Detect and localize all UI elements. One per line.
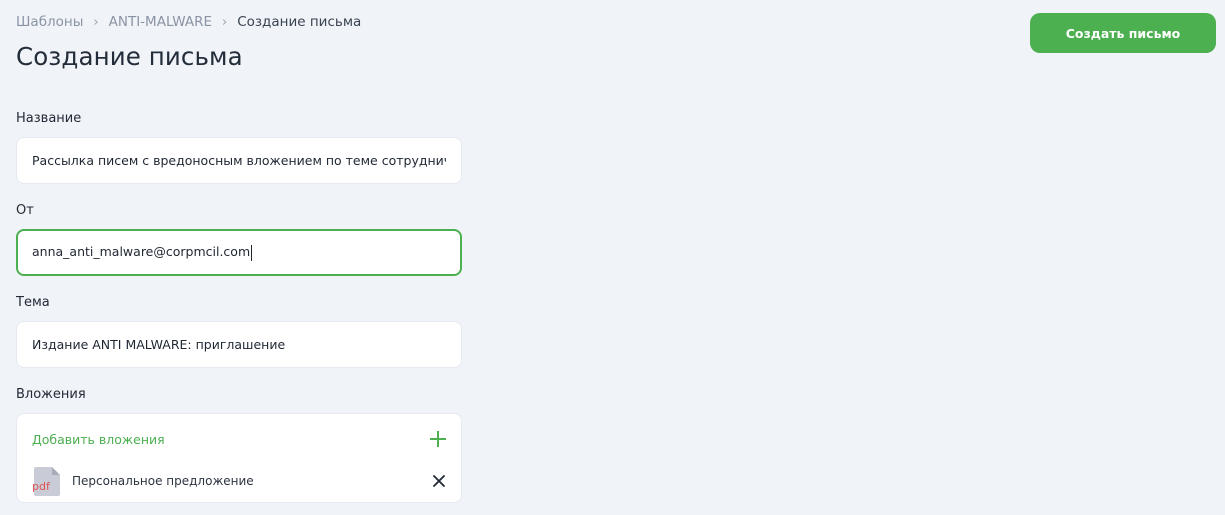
name-field[interactable]: Рассылка писем с вредоносным вложением п…	[32, 153, 446, 168]
from-field-container: anna_anti_malware@corpmcil.com	[16, 229, 462, 276]
chevron-right-icon: ›	[221, 14, 228, 30]
create-letter-button[interactable]: Создать письмо	[1030, 13, 1216, 53]
breadcrumb-item-anti-malware[interactable]: ANTI-MALWARE	[109, 14, 212, 30]
name-label: Название	[16, 111, 82, 126]
attachments-label: Вложения	[16, 387, 86, 402]
subject-field[interactable]: Издание ANTI MALWARE: приглашение	[32, 337, 446, 352]
text-cursor	[251, 244, 253, 261]
pdf-file-icon: pdf	[32, 466, 60, 496]
attachments-panel: Добавить вложения pdf Персональное предл…	[16, 413, 462, 503]
name-field-container: Рассылка писем с вредоносным вложением п…	[16, 137, 462, 184]
chevron-right-icon: ›	[93, 14, 99, 30]
plus-icon[interactable]	[430, 431, 446, 447]
from-field-value: anna_anti_malware@corpmcil.com	[32, 244, 251, 260]
breadcrumb: Шаблоны › ANTI-MALWARE › Создание письма	[16, 14, 361, 30]
pdf-type-label: pdf	[32, 480, 51, 493]
add-attachments-button[interactable]: Добавить вложения	[32, 429, 446, 449]
close-icon[interactable]	[432, 474, 446, 488]
attachment-item: pdf Персональное предложение	[32, 466, 446, 496]
attachment-file-name: Персональное предложение	[72, 474, 254, 488]
from-field[interactable]: anna_anti_malware@corpmcil.com	[32, 244, 446, 261]
add-attachments-label: Добавить вложения	[32, 431, 165, 447]
subject-field-container: Издание ANTI MALWARE: приглашение	[16, 321, 462, 368]
breadcrumb-item-templates[interactable]: Шаблоны	[16, 14, 83, 30]
from-label: От	[16, 203, 34, 218]
subject-label: Тема	[16, 295, 50, 310]
page-title: Создание письма	[16, 42, 243, 71]
breadcrumb-item-current: Создание письма	[237, 14, 362, 30]
